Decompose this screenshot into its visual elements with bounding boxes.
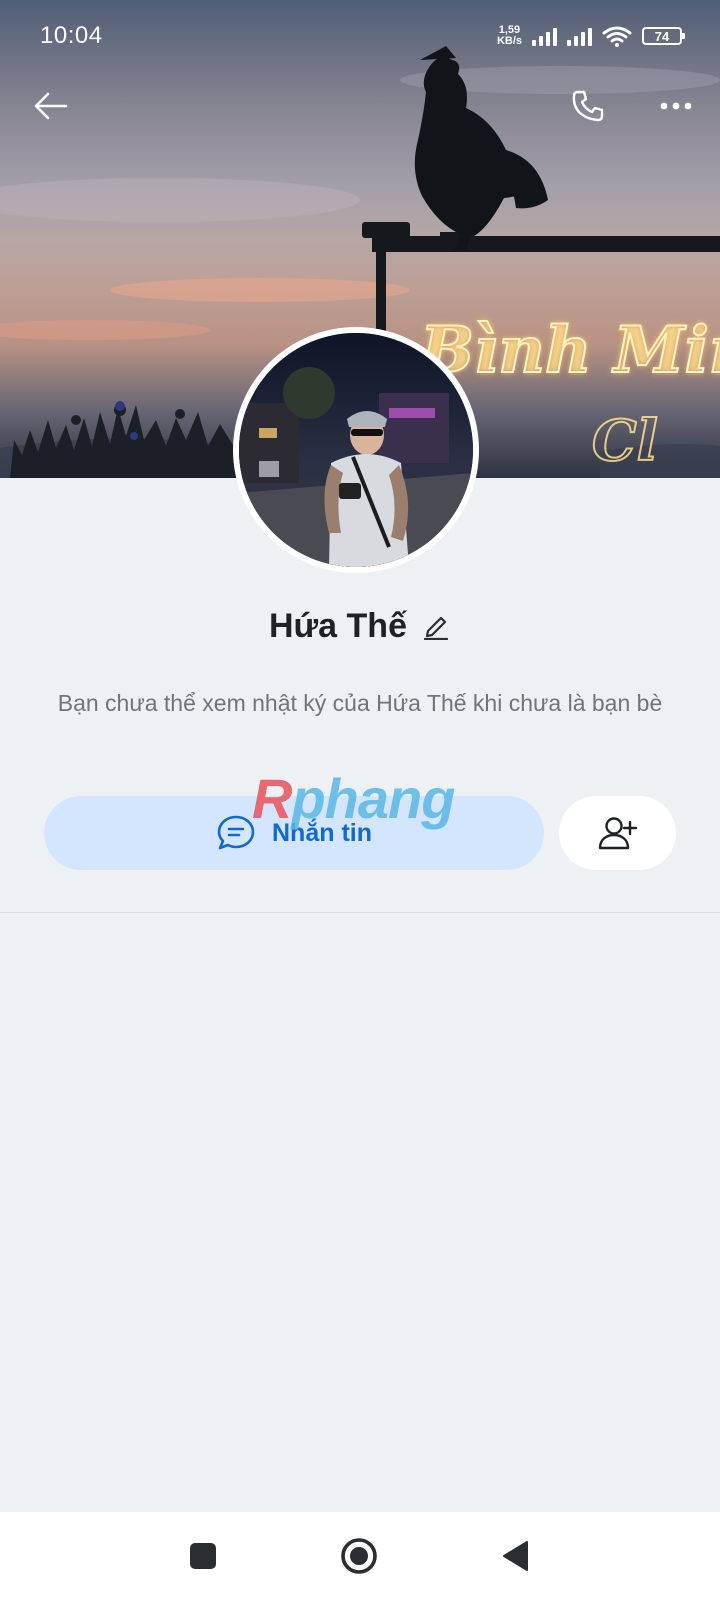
profile-name-row: Hứa Thế xyxy=(0,604,720,648)
profile-avatar[interactable] xyxy=(233,327,479,573)
edit-name-button[interactable] xyxy=(421,611,451,641)
add-user-icon xyxy=(598,817,637,850)
phone-icon xyxy=(572,90,604,122)
send-message-label: Nhắn tin xyxy=(272,818,372,847)
home-button[interactable] xyxy=(337,1534,381,1578)
signal-icon-secondary xyxy=(567,26,592,46)
status-icons: 1,59 KB/s 74 xyxy=(497,22,685,50)
square-icon xyxy=(190,1543,216,1569)
system-back-button[interactable] xyxy=(494,1534,538,1578)
section-divider xyxy=(0,912,720,913)
network-speed: 1,59 KB/s xyxy=(497,25,522,47)
signal-icon xyxy=(532,26,557,46)
more-horizontal-icon xyxy=(660,102,692,110)
battery-level: 74 xyxy=(654,28,670,44)
recents-button[interactable] xyxy=(181,1534,225,1578)
back-button[interactable] xyxy=(28,84,72,128)
pencil-icon xyxy=(423,616,449,640)
avatar-photo xyxy=(239,333,473,567)
circle-icon xyxy=(341,1538,377,1574)
privacy-message: Bạn chưa thể xem nhật ký của Hứa Thế khi… xyxy=(57,690,663,716)
triangle-back-icon xyxy=(503,1541,528,1571)
status-bar: 10:04 1,59 KB/s 74 xyxy=(0,0,720,64)
network-speed-unit: KB/s xyxy=(496,35,522,47)
status-time: 10:04 xyxy=(40,22,103,49)
neon-sign: Bình Minh xyxy=(418,313,720,388)
system-nav-bar xyxy=(0,1512,720,1600)
send-message-button[interactable]: Nhắn tin xyxy=(44,796,544,870)
add-friend-button[interactable] xyxy=(559,796,676,870)
profile-name: Hứa Thế xyxy=(269,606,407,645)
wifi-icon xyxy=(602,26,632,47)
more-options-button[interactable] xyxy=(654,84,698,128)
arrow-left-icon xyxy=(34,92,68,120)
battery-icon: 74 xyxy=(642,27,685,45)
call-button[interactable] xyxy=(566,84,610,128)
svg-text:Cl: Cl xyxy=(592,408,658,474)
chat-bubble-icon xyxy=(217,815,255,850)
